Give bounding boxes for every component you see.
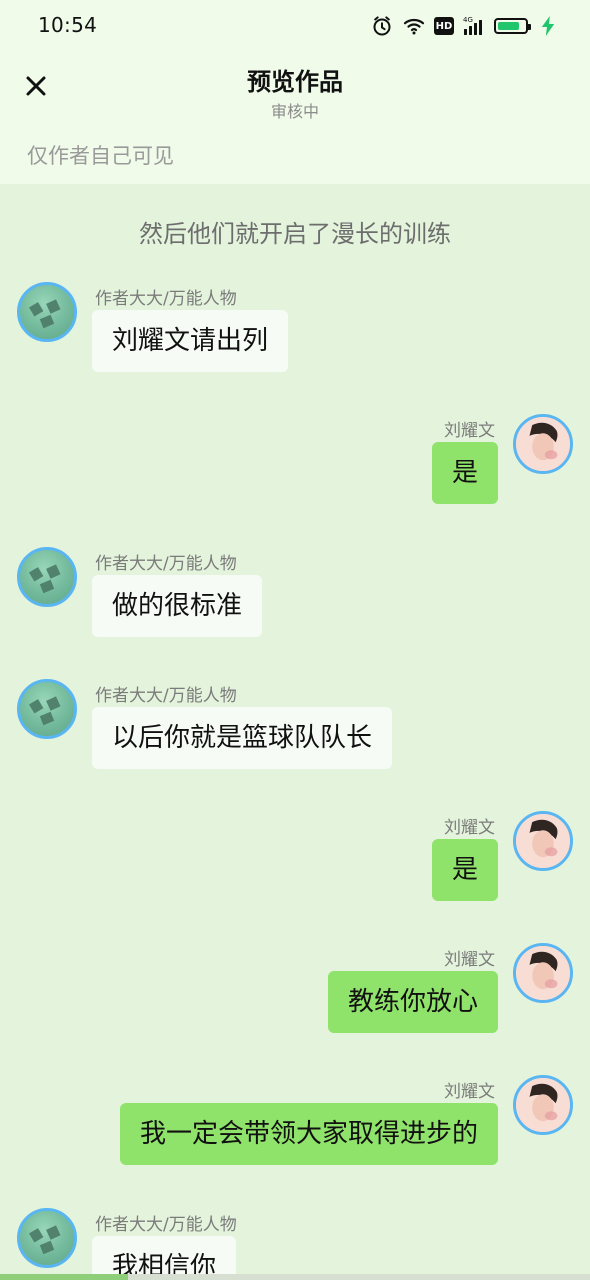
chat-message-7: 刘耀文 我一定会带领大家取得进步的: [0, 1075, 590, 1195]
chat-message-3: 作者大大/万能人物 做的很标准: [0, 547, 590, 667]
review-status: 审核中: [270, 102, 319, 121]
chat-message-4: 作者大大/万能人物 以后你就是篮球队队长: [0, 679, 590, 799]
hd-icon: HD: [434, 17, 454, 35]
battery-icon: [494, 18, 531, 34]
preview-header: 预览作品 审核中: [0, 52, 590, 138]
liu-yaowen-avatar[interactable]: [513, 1075, 573, 1135]
message-bubble: 做的很标准: [92, 575, 263, 637]
author-avatar[interactable]: [17, 547, 77, 607]
chat-area: 然后他们就开启了漫长的训练 作者大大/万能人物 刘耀文请出列 刘耀文 是 作者大…: [0, 184, 590, 1280]
signal-icon: 4G: [462, 14, 486, 38]
narration-text: 然后他们就开启了漫长的训练: [139, 220, 451, 248]
chat-message-8: 作者大大/万能人物 我相信你: [0, 1208, 590, 1280]
charging-icon: [536, 14, 560, 38]
page-title: 预览作品: [247, 68, 343, 96]
status-bar: 10:54 HD 4G: [0, 0, 590, 52]
author-avatar[interactable]: [17, 1208, 77, 1268]
battery-tip: [528, 24, 531, 30]
chat-message-2: 刘耀文 是: [0, 414, 590, 534]
sender-name: 作者大大/万能人物: [95, 686, 237, 706]
sender-name: 刘耀文: [444, 1082, 495, 1102]
liu-yaowen-avatar[interactable]: [513, 811, 573, 871]
sender-name: 作者大大/万能人物: [95, 1215, 237, 1235]
author-avatar[interactable]: [17, 679, 77, 739]
chat-message-1: 作者大大/万能人物 刘耀文请出列: [0, 282, 590, 402]
battery-level: [498, 22, 520, 30]
status-time: 10:54: [38, 13, 98, 37]
message-bubble: 我一定会带领大家取得进步的: [119, 1103, 498, 1165]
top-area: 10:54 HD 4G 预览作品 审核中 仅作者自己可见: [0, 0, 590, 184]
bottom-progress-segment: [0, 1274, 128, 1280]
visibility-note: 仅作者自己可见: [27, 144, 174, 168]
message-bubble: 是: [431, 442, 498, 504]
message-bubble: 是: [431, 839, 498, 901]
chat-message-5: 刘耀文 是: [0, 811, 590, 931]
alarm-icon: [370, 14, 394, 38]
chat-message-6: 刘耀文 教练你放心: [0, 943, 590, 1063]
signal-label: 4G: [463, 16, 473, 24]
sender-name: 作者大大/万能人物: [95, 554, 237, 574]
author-avatar[interactable]: [17, 282, 77, 342]
message-bubble: 以后你就是篮球队队长: [92, 707, 393, 769]
message-bubble: 教练你放心: [327, 971, 498, 1033]
sender-name: 作者大大/万能人物: [95, 289, 237, 309]
wifi-icon: [402, 14, 426, 38]
liu-yaowen-avatar[interactable]: [513, 943, 573, 1003]
status-icons: HD 4G: [370, 14, 560, 38]
sender-name: 刘耀文: [444, 950, 495, 970]
bottom-progress-bar: [0, 1274, 590, 1280]
sender-name: 刘耀文: [444, 421, 495, 441]
liu-yaowen-avatar[interactable]: [513, 414, 573, 474]
sender-name: 刘耀文: [444, 818, 495, 838]
message-bubble: 刘耀文请出列: [92, 310, 289, 372]
